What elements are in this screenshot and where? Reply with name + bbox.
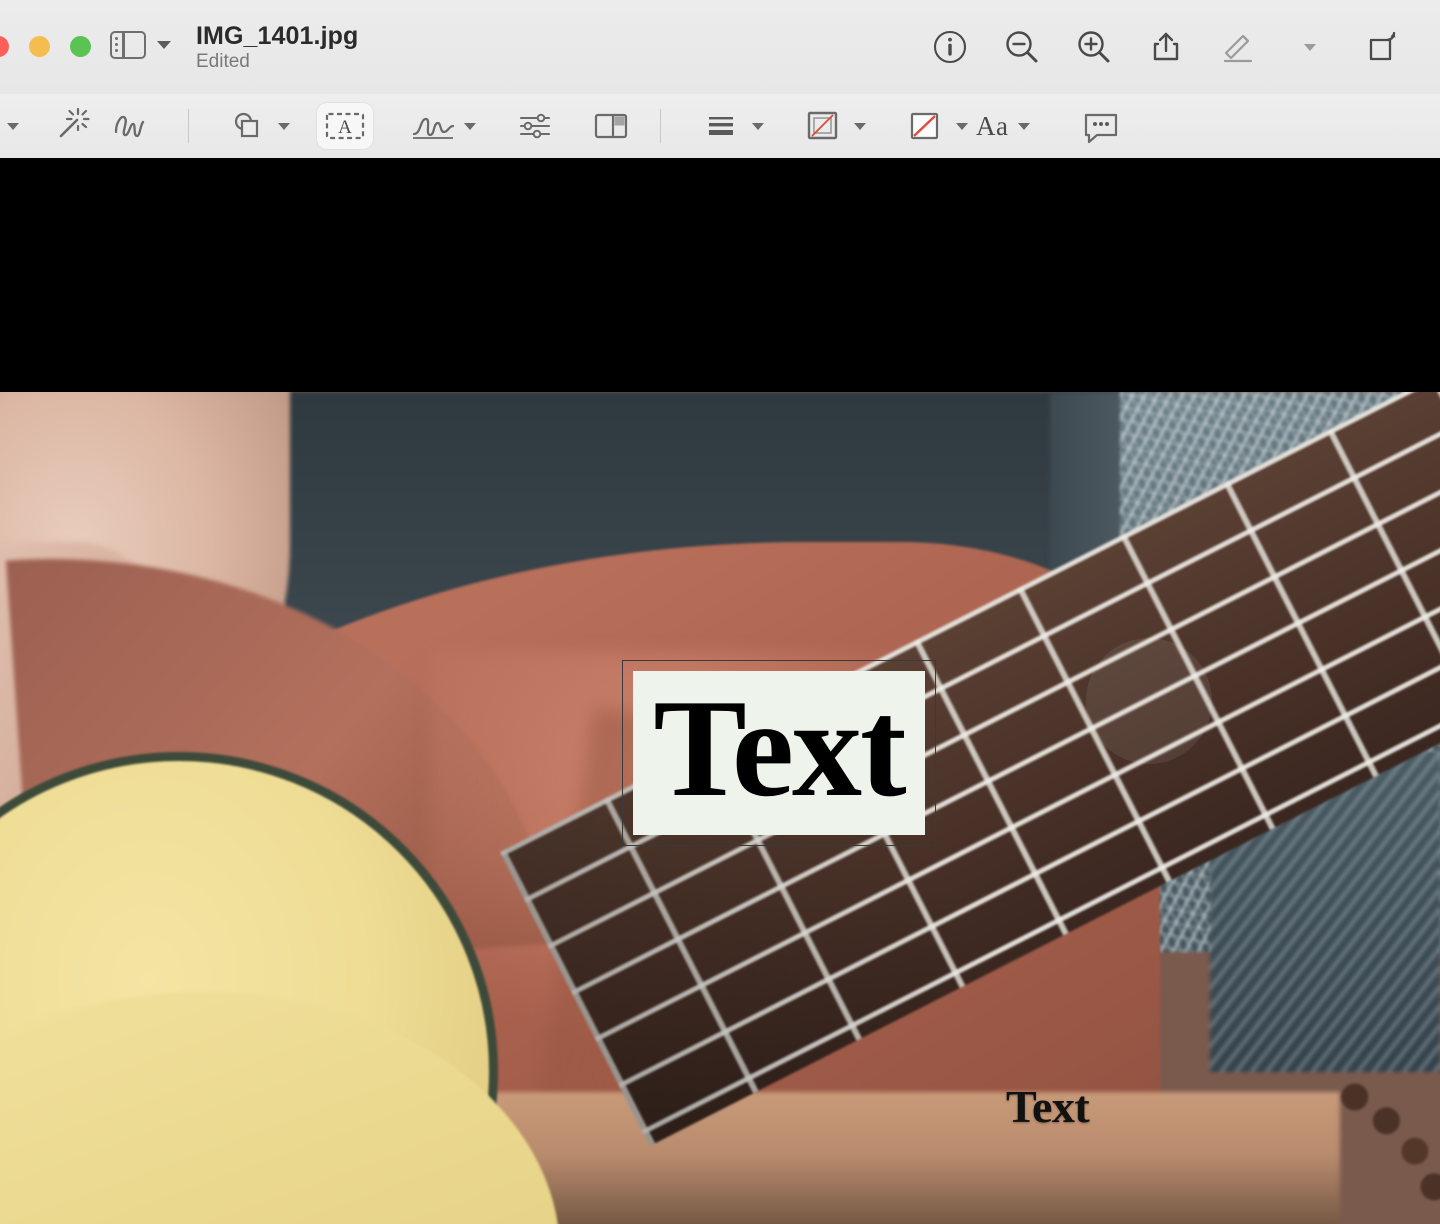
info-button[interactable]	[914, 20, 986, 74]
fill-color-icon	[905, 107, 945, 145]
text-box-a-icon: A	[323, 107, 367, 145]
bracelet-beads	[1335, 1070, 1440, 1223]
signature-button[interactable]	[404, 102, 462, 150]
text-style-tool[interactable]: Aa	[976, 111, 1030, 142]
overflow-chevron[interactable]	[0, 102, 42, 150]
sidebar-toggle-button[interactable]	[110, 31, 171, 59]
markup-options-chevron[interactable]	[1274, 20, 1346, 74]
signature-icon	[409, 107, 457, 145]
adjust-color-tool[interactable]	[506, 102, 564, 150]
video-letterbox-band	[0, 158, 1440, 392]
document-title-block[interactable]: IMG_1401.jpg Edited	[196, 22, 358, 73]
page-title: IMG_1401.jpg	[196, 22, 358, 50]
chevron-down-icon[interactable]	[278, 123, 290, 130]
title-bar: IMG_1401.jpg Edited	[0, 0, 1440, 95]
fill-color-tool[interactable]	[896, 102, 968, 150]
share-button[interactable]	[1130, 20, 1202, 74]
chevron-down-icon	[1304, 44, 1316, 51]
crop-tool[interactable]	[582, 102, 640, 150]
nav-top-right-hotspot	[1086, 638, 1212, 764]
sidebar-icon	[110, 31, 146, 59]
border-color-tool[interactable]	[794, 102, 866, 150]
rotate-button[interactable]	[1346, 20, 1418, 74]
markup-button[interactable]	[1202, 20, 1274, 74]
minimize-window-button[interactable]	[29, 36, 50, 57]
sketch-squiggle-icon	[108, 106, 150, 146]
markup-toolbar: A	[0, 94, 1440, 159]
border-color-button[interactable]	[794, 102, 852, 150]
traffic-light-buttons	[0, 36, 91, 57]
chevron-down-icon[interactable]	[752, 123, 764, 130]
shapes-button[interactable]	[218, 102, 276, 150]
chevron-down-icon	[7, 123, 19, 130]
toolbar-right-group	[914, 20, 1418, 74]
signature-tool[interactable]	[404, 102, 476, 150]
chevron-down-icon[interactable]	[854, 123, 866, 130]
fill-color-button[interactable]	[896, 102, 954, 150]
toolbar-divider	[188, 109, 189, 143]
shape-style-tool[interactable]	[692, 102, 764, 150]
line-weights-icon	[701, 108, 741, 144]
note-tool[interactable]	[1072, 102, 1130, 150]
image-canvas[interactable]: 11:26	[0, 158, 1440, 1224]
text-annotation-selected[interactable]: Text	[622, 660, 936, 846]
text-annotation-fill: Text	[633, 671, 925, 835]
toolbar-divider	[660, 109, 661, 143]
shapes-icon	[227, 106, 267, 146]
instant-alpha-tool[interactable]	[42, 102, 100, 150]
sliders-icon	[515, 106, 555, 146]
chevron-down-icon[interactable]	[157, 41, 171, 49]
text-annotation-value[interactable]: Text	[653, 679, 904, 819]
magic-wand-icon	[51, 106, 91, 146]
zoom-in-button[interactable]	[1058, 20, 1130, 74]
shapes-tool[interactable]	[218, 102, 290, 150]
zoom-out-button[interactable]	[986, 20, 1058, 74]
text-annotation-small[interactable]: Text	[1006, 1084, 1089, 1130]
close-window-button[interactable]	[0, 36, 9, 57]
chevron-down-icon[interactable]	[464, 123, 476, 130]
speech-bubble-icon	[1080, 107, 1122, 145]
border-color-icon	[803, 107, 843, 145]
preview-window: IMG_1401.jpg Edited	[0, 0, 1440, 1224]
crop-panel-icon	[591, 107, 631, 145]
zoom-window-button[interactable]	[70, 36, 91, 57]
chevron-down-icon[interactable]	[1018, 123, 1030, 130]
text-style-label: Aa	[976, 111, 1008, 142]
text-tool[interactable]: A	[316, 102, 374, 150]
svg-text:A: A	[338, 117, 352, 138]
sketch-tool[interactable]	[100, 102, 158, 150]
shape-style-button[interactable]	[692, 102, 750, 150]
document-status: Edited	[196, 52, 358, 73]
chevron-down-icon[interactable]	[956, 123, 968, 130]
